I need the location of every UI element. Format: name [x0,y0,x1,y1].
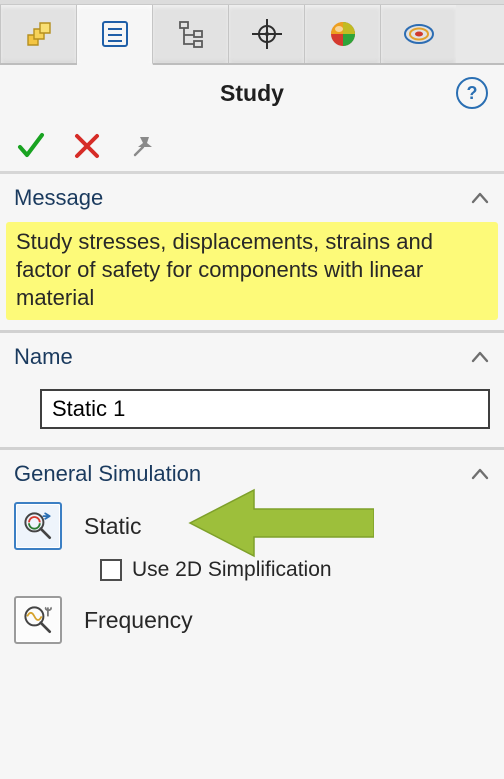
check-icon [16,131,46,161]
sim-label-frequency: Frequency [84,607,193,634]
chevron-up-icon [468,186,492,210]
message-text: Study stresses, displacements, strains a… [6,222,498,320]
static-sub-option[interactable]: Use 2D Simplification [100,550,504,590]
simulation-type-list: Static Use 2D Simplification [0,498,504,660]
use-2d-simplification-label: Use 2D Simplification [132,558,332,582]
study-name-input[interactable] [40,389,490,429]
section-general-simulation-title: General Simulation [14,461,201,487]
simulation-tab[interactable] [381,5,456,63]
section-message: Message Study stresses, displacements, s… [0,174,504,333]
frequency-study-icon [14,596,62,644]
sim-row-static[interactable]: Static [14,502,504,550]
pushpin-icon [128,131,158,161]
help-button[interactable]: ? [456,77,488,109]
config-tree-icon [174,17,208,51]
help-icon: ? [467,83,478,104]
contour-icon [402,17,436,51]
feature-tree-icon [22,17,56,51]
study-property-panel: Study ? Message [0,0,504,779]
section-name-header[interactable]: Name [0,333,504,381]
section-general-simulation-header[interactable]: General Simulation [0,450,504,498]
magnifier-frequency-icon [20,602,56,638]
sim-item-static: Static Use 2D Simplification [14,502,504,590]
section-message-title: Message [14,185,103,211]
features-tab[interactable] [0,5,77,63]
static-study-icon [14,502,62,550]
panel-title-row: Study ? [0,65,504,121]
sim-row-frequency[interactable]: Frequency [14,596,504,644]
action-row [0,121,504,174]
configuration-tab[interactable] [153,5,229,63]
chevron-up-icon [468,345,492,369]
color-sphere-icon [326,17,360,51]
sim-item-frequency: Frequency [14,596,504,644]
magnifier-static-icon [20,508,56,544]
appearance-tab[interactable] [305,5,381,63]
use-2d-simplification-checkbox[interactable] [100,559,122,581]
section-name: Name [0,333,504,450]
section-name-title: Name [14,344,73,370]
property-manager-tab[interactable] [77,5,153,65]
cancel-button[interactable] [70,129,104,163]
dimxpert-tab[interactable] [229,5,305,63]
chevron-up-icon [468,462,492,486]
section-message-header[interactable]: Message [0,174,504,222]
sim-label-static: Static [84,513,142,540]
target-icon [250,17,284,51]
pin-button[interactable] [126,129,160,163]
x-icon [72,131,102,161]
list-panel-icon [98,17,132,51]
ok-button[interactable] [14,129,48,163]
panel-title: Study [220,80,284,107]
manager-tab-strip [0,5,504,65]
section-general-simulation: General Simulation [0,450,504,660]
